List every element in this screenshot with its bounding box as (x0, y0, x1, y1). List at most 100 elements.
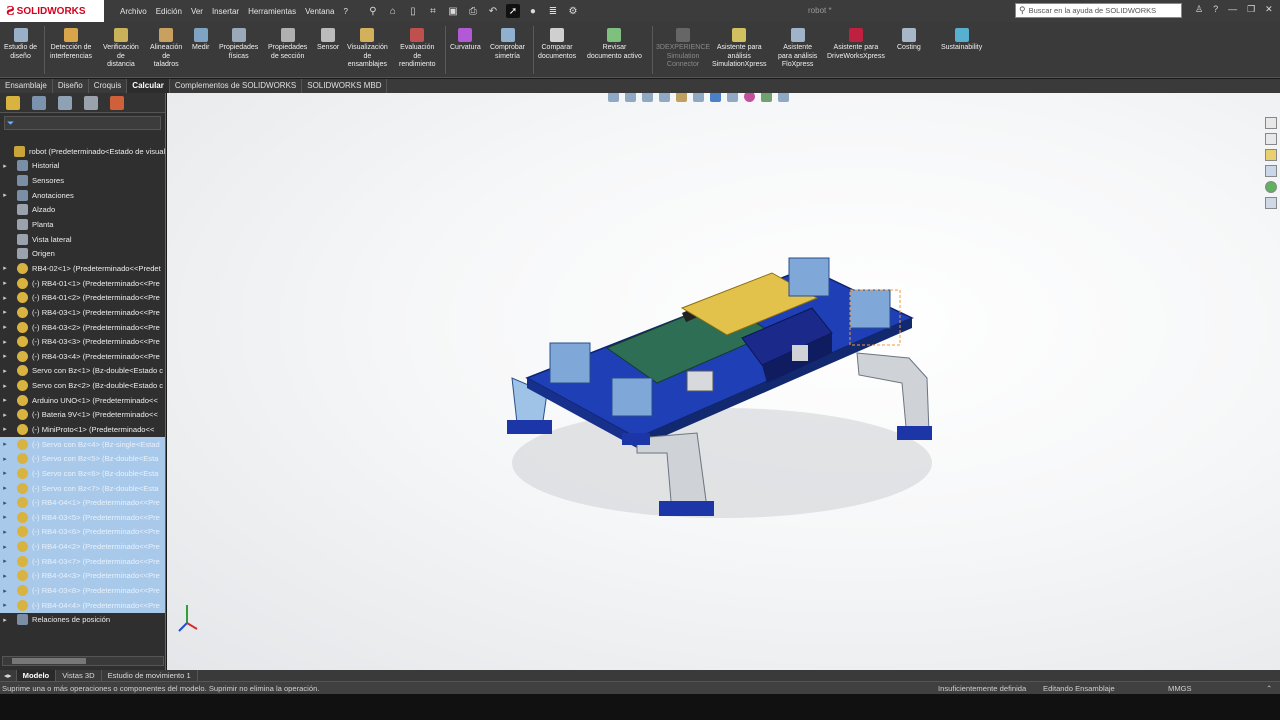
home-icon[interactable]: ⌂ (386, 4, 400, 18)
simulationxpress-button[interactable]: Asistente para análisis SimulationXpress (712, 28, 766, 70)
expand-arrow-icon[interactable]: ▸ (0, 616, 10, 624)
menu-edicion[interactable]: Edición (156, 7, 182, 16)
expand-arrow-icon[interactable]: ▸ (0, 425, 10, 433)
tree-filter[interactable]: ⏷ (4, 116, 161, 130)
property-manager-icon[interactable] (32, 95, 46, 110)
custom-properties-icon[interactable] (1265, 197, 1277, 209)
menu-herramientas[interactable]: Herramientas (248, 7, 296, 16)
tab-nav-arrows-icon[interactable]: ◂▸ (0, 670, 17, 681)
expand-arrow-icon[interactable]: ▸ (0, 352, 10, 360)
tree-item[interactable]: Alzado (0, 203, 165, 218)
tree-item[interactable]: ▸ (-) RB4-01<2> (Predeterminado<<Pre (0, 290, 165, 305)
select-cursor-icon[interactable]: ➚ (505, 4, 520, 18)
driveworksxpress-button[interactable]: Asistente para DriveWorksXpress (827, 28, 885, 61)
expand-arrow-icon[interactable]: ▸ (0, 528, 10, 536)
expand-arrow-icon[interactable]: ▸ (0, 396, 10, 404)
tree-item[interactable]: ▸ (-) Servo con Bz<6> (Bz-double<Esta (0, 466, 165, 481)
compare-documents-button[interactable]: Comparar documentos (538, 28, 576, 61)
undo-icon[interactable]: ↶ (486, 4, 500, 18)
check-active-document-button[interactable]: Revisar documento activo (587, 28, 642, 61)
tree-root-assembly[interactable]: robot (Predeterminado<Estado de visualiz (0, 144, 165, 159)
tree-horizontal-scrollbar[interactable] (2, 656, 164, 666)
mass-properties-button[interactable]: Propiedades físicas (219, 28, 258, 61)
tree-item[interactable]: ▸ (-) RB4-03<3> (Predeterminado<<Pre (0, 334, 165, 349)
print-icon[interactable]: ⎙ (466, 4, 480, 18)
display-manager-icon[interactable] (110, 95, 124, 110)
tree-item[interactable]: ▸ (-) MiniProto<1> (Predeterminado<< (0, 422, 165, 437)
tree-item[interactable]: ▸ Servo con Bz<2> (Bz-double<Estado c (0, 378, 165, 393)
menu-ventana[interactable]: Ventana (305, 7, 334, 16)
robot-3d-model[interactable] (167, 93, 1280, 670)
expand-arrow-icon[interactable]: ▸ (0, 162, 10, 170)
tree-item[interactable]: ▸ (-) RB4-03<2> (Predeterminado<<Pre (0, 320, 165, 335)
floxpress-button[interactable]: Asistente para análisis FloXpress (778, 28, 817, 70)
help-search-box[interactable]: ⚲ Buscar en la ayuda de SOLIDWORKS (1015, 3, 1182, 18)
pin-icon[interactable]: ⚲ (366, 4, 380, 18)
feature-manager-icon[interactable] (6, 95, 20, 110)
design-study-button[interactable]: Estudio de diseño (4, 28, 37, 61)
expand-arrow-icon[interactable]: ▸ (0, 264, 10, 272)
view-palette-icon[interactable] (1265, 165, 1277, 177)
tree-item[interactable]: ▸ (-) Servo con Bz<4> (Bz-single<Estad (0, 436, 165, 452)
status-expand-icon[interactable]: ⌃ (1266, 684, 1272, 693)
curvature-button[interactable]: Curvatura (450, 28, 481, 53)
tree-item[interactable]: Origen (0, 246, 165, 261)
expand-arrow-icon[interactable]: ▸ (0, 279, 10, 287)
minimize-icon[interactable]: — (1228, 4, 1237, 15)
open-icon[interactable]: ⌗ (426, 4, 440, 18)
tree-item[interactable]: ▸ RB4-02<1> (Predeterminado<<Predet (0, 261, 165, 276)
tree-item[interactable]: ▸ (-) RB4-04<1> (Predeterminado<<Pre (0, 495, 165, 511)
expand-arrow-icon[interactable]: ▸ (0, 587, 10, 595)
tab-modelo[interactable]: Modelo (16, 670, 57, 681)
restore-icon[interactable]: ❐ (1247, 4, 1255, 15)
tree-item[interactable]: ▸ (-) RB4-04<4> (Predeterminado<<Pre (0, 597, 165, 613)
file-explorer-icon[interactable] (1265, 149, 1277, 161)
close-icon[interactable]: ✕ (1265, 4, 1273, 15)
menu-help[interactable]: ? (343, 7, 347, 16)
help-icon[interactable]: ? (1213, 4, 1218, 15)
clearance-verification-button[interactable]: Verificación de distancia (103, 28, 139, 70)
tab-croquis[interactable]: Croquis (89, 79, 128, 93)
menu-insertar[interactable]: Insertar (212, 7, 239, 16)
tab-estudio-movimiento[interactable]: Estudio de movimiento 1 (102, 670, 198, 681)
expand-arrow-icon[interactable]: ▸ (0, 338, 10, 346)
costing-button[interactable]: Costing (897, 28, 921, 53)
tree-item[interactable]: Planta (0, 217, 165, 232)
resources-icon[interactable] (1265, 117, 1277, 129)
tab-ensamblaje[interactable]: Ensamblaje (0, 79, 53, 93)
sensor-button[interactable]: Sensor (317, 28, 339, 53)
expand-arrow-icon[interactable]: ▸ (0, 367, 10, 375)
3dexperience-simulation-button[interactable]: 3DEXPERIENCE Simulation Connector (656, 28, 710, 70)
symmetry-check-button[interactable]: Comprobar simetría (490, 28, 525, 61)
tree-item[interactable]: ▸ Anotaciones (0, 188, 165, 203)
measure-button[interactable]: Medir (192, 28, 210, 53)
design-library-icon[interactable] (1265, 133, 1277, 145)
tree-item[interactable]: ▸ (-) RB4-03<6> (Predeterminado<<Pre (0, 524, 165, 540)
expand-arrow-icon[interactable]: ▸ (0, 191, 10, 199)
scrollbar-thumb[interactable] (12, 658, 86, 664)
tree-item[interactable]: ▸ (-) Servo con Bz<5> (Bz-double<Esta (0, 451, 165, 467)
tab-vistas-3d[interactable]: Vistas 3D (56, 670, 102, 681)
section-properties-button[interactable]: Propiedades de sección (268, 28, 307, 61)
expand-arrow-icon[interactable]: ▸ (0, 411, 10, 419)
tab-diseno[interactable]: Diseño (53, 79, 89, 93)
assembly-visualization-button[interactable]: Visualización de ensamblajes (347, 28, 388, 70)
tree-item[interactable]: Vista lateral (0, 232, 165, 247)
tab-mbd[interactable]: SOLIDWORKS MBD (302, 79, 388, 93)
expand-arrow-icon[interactable]: ▸ (0, 455, 10, 463)
expand-arrow-icon[interactable]: ▸ (0, 308, 10, 316)
performance-evaluation-button[interactable]: Evaluación de rendimiento (399, 28, 436, 70)
solidworks-logo[interactable]: Ƨ SOLIDWORKS (0, 0, 104, 22)
tree-item[interactable]: ▸ Historial (0, 159, 165, 174)
expand-arrow-icon[interactable]: ▸ (0, 440, 10, 448)
tree-item[interactable]: ▸ (-) RB4-03<5> (Predeterminado<<Pre (0, 510, 165, 525)
sustainability-button[interactable]: Sustainability (941, 28, 982, 53)
status-units[interactable]: MMGS (1168, 684, 1192, 693)
hole-alignment-button[interactable]: Alineación de taladros (150, 28, 182, 70)
expand-arrow-icon[interactable]: ▸ (0, 543, 10, 551)
expand-arrow-icon[interactable]: ▸ (0, 469, 10, 477)
user-icon[interactable]: ♙ (1195, 4, 1203, 15)
expand-arrow-icon[interactable]: ▸ (0, 323, 10, 331)
tree-item[interactable]: ▸ (-) RB4-04<3> (Predeterminado<<Pre (0, 568, 165, 584)
menu-archivo[interactable]: Archivo (120, 7, 147, 16)
